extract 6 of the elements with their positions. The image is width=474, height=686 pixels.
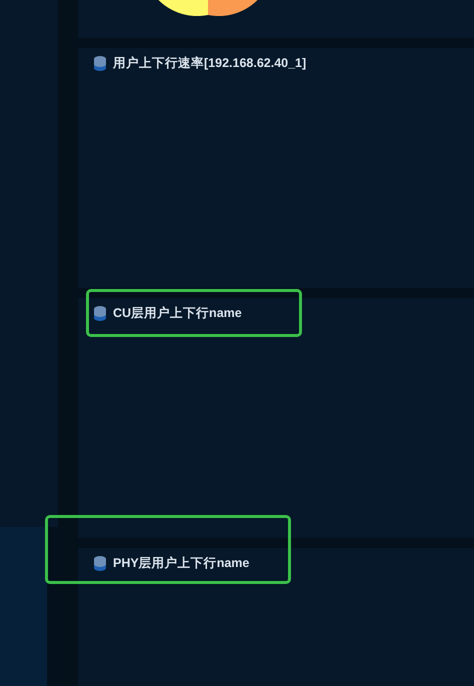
panel-title: CU层用户上下行name xyxy=(113,305,242,322)
database-icon xyxy=(94,305,106,322)
database-icon xyxy=(94,555,106,572)
database-icon xyxy=(94,55,106,72)
panel-title: 用户上下行速率[192.168.62.40_1] xyxy=(113,55,306,72)
panel-title: PHY层用户上下行name xyxy=(113,555,250,572)
